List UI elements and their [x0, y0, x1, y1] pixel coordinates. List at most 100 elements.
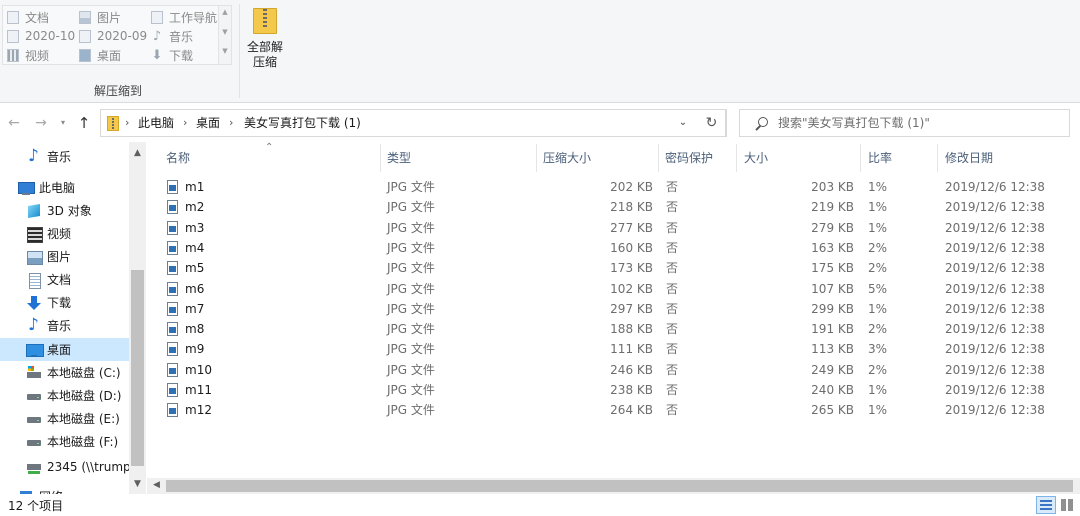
gallery-scroll-up-icon[interactable]: ▲ [219, 8, 231, 16]
gallery-item-documents[interactable]: 文档 [7, 8, 49, 26]
nav-item-label: 本地磁盘 (C:) [47, 366, 121, 380]
nav-item-desktop[interactable]: 桌面 [0, 338, 130, 361]
cell-type: JPG 文件 [387, 362, 435, 377]
cell-ratio: 1% [868, 301, 888, 316]
table-row[interactable]: m4 JPG 文件 160 KB 否 163 KB 2% 2019/12/6 12:38 [147, 238, 1080, 258]
gallery-item-2020-09[interactable]: 2020-09 [79, 27, 147, 45]
nav-item-3d-objects[interactable]: 3D 对象 [0, 199, 130, 222]
column-header-packed-size[interactable]: 压缩大小 [543, 142, 656, 174]
table-row[interactable]: m11 JPG 文件 238 KB 否 240 KB 1% 2019/12/6 12:38 [147, 380, 1080, 400]
gallery-item-work-nav[interactable]: 工作导航 [151, 8, 217, 26]
table-row[interactable]: m1 JPG 文件 202 KB 否 203 KB 1% 2019/12/6 12:38 [147, 177, 1080, 197]
column-header-modified-date[interactable]: 修改日期 [945, 142, 1075, 174]
extract-all-button[interactable]: 全部解 压缩 [244, 4, 286, 76]
column-divider[interactable] [860, 144, 861, 172]
up-arrow-icon[interactable]: ↑ [75, 114, 93, 132]
column-header-password-protected[interactable]: 密码保护 [665, 142, 735, 174]
cell-password-protected: 否 [666, 342, 679, 357]
address-bar[interactable]: › 此电脑 › 桌面 › 美女写真打包下载 (1) ⌄ [100, 109, 727, 137]
gallery-scrollbar[interactable]: ▲ ▼ ▼ [218, 6, 231, 64]
nav-item-label: 音乐 [47, 319, 72, 333]
nav-item-drive-f[interactable]: 本地磁盘 (F:) [0, 430, 130, 453]
jpg-file-icon [167, 261, 178, 276]
column-divider[interactable] [536, 144, 537, 172]
nav-item-documents[interactable]: 文档 [0, 268, 130, 291]
extract-all-label-line2: 压缩 [252, 55, 277, 69]
table-row[interactable]: m12 JPG 文件 264 KB 否 265 KB 1% 2019/12/6 12:38 [147, 400, 1080, 420]
breadcrumb-current-folder[interactable]: 美女写真打包下载 (1) [244, 110, 361, 136]
table-row[interactable]: m7 JPG 文件 297 KB 否 299 KB 1% 2019/12/6 12:38 [147, 299, 1080, 319]
gallery-item-music[interactable]: ♪ 音乐 [151, 27, 193, 45]
gallery-expand-icon[interactable]: ▼ [219, 47, 231, 55]
table-row[interactable]: m3 JPG 文件 277 KB 否 279 KB 1% 2019/12/6 12:38 [147, 218, 1080, 238]
cell-packed-size: 246 KB [610, 362, 653, 377]
nav-item-drive-d[interactable]: 本地磁盘 (D:) [0, 384, 130, 407]
scroll-down-icon[interactable]: ▼ [129, 476, 146, 493]
gallery-item-label: 2020-09 [97, 29, 148, 43]
cell-packed-size: 277 KB [610, 220, 653, 235]
gallery-item-pictures[interactable]: 图片 [79, 8, 121, 26]
nav-item-music-quick[interactable]: 音乐 [0, 145, 130, 168]
details-view-icon[interactable] [1036, 496, 1056, 514]
nav-item-label: 桌面 [47, 343, 72, 357]
table-row[interactable]: m5 JPG 文件 173 KB 否 175 KB 2% 2019/12/6 12:38 [147, 258, 1080, 278]
breadcrumb-desktop[interactable]: 桌面 [196, 110, 220, 136]
gallery-item-label: 图片 [97, 10, 122, 25]
breadcrumb-this-pc[interactable]: 此电脑 [138, 110, 174, 136]
nav-item-drive-e[interactable]: 本地磁盘 (E:) [0, 407, 130, 430]
scroll-left-icon[interactable]: ◀ [148, 477, 165, 494]
column-header-ratio[interactable]: 比率 [868, 142, 936, 174]
breadcrumb-separator-icon[interactable]: › [183, 110, 187, 136]
cell-ratio: 1% [868, 180, 888, 194]
cell-packed-size: 102 KB [610, 281, 653, 296]
gallery-item-desktop[interactable]: 桌面 [79, 46, 121, 64]
refresh-icon[interactable]: ↻ [698, 109, 726, 137]
breadcrumb-separator-icon[interactable]: › [125, 110, 129, 136]
cell-size: 175 KB [811, 261, 854, 276]
gallery-scroll-down-icon[interactable]: ▼ [219, 28, 231, 36]
column-header-name[interactable]: 名称 [166, 142, 379, 174]
cell-size: 265 KB [811, 403, 854, 418]
column-header-size[interactable]: 大小 [744, 142, 859, 174]
scrollbar-thumb[interactable] [131, 270, 144, 466]
nav-item-drive-c[interactable]: 本地磁盘 (C:) [0, 361, 130, 384]
scroll-up-icon[interactable]: ▲ [129, 145, 146, 162]
column-divider[interactable] [937, 144, 938, 172]
nav-item-this-pc[interactable]: 此电脑 [0, 176, 130, 199]
nav-item-downloads[interactable]: 下载 [0, 291, 130, 314]
table-row[interactable]: m6 JPG 文件 102 KB 否 107 KB 5% 2019/12/6 12:38 [147, 279, 1080, 299]
recent-locations-chevron-icon[interactable]: ▾ [54, 114, 72, 132]
breadcrumb-separator-icon[interactable]: › [229, 110, 233, 136]
scrollbar-thumb[interactable] [166, 480, 1073, 492]
nav-item-music[interactable]: 音乐 [0, 314, 130, 337]
file-list-horizontal-scrollbar[interactable]: ◀ [147, 478, 1080, 494]
nav-item-videos[interactable]: 视频 [0, 222, 130, 245]
search-box[interactable] [739, 109, 1070, 137]
back-arrow-icon[interactable]: ← [5, 114, 23, 132]
cell-size: 249 KB [811, 362, 854, 377]
column-divider[interactable] [380, 144, 381, 172]
navigation-pane-scrollbar[interactable]: ▲ ▼ [129, 142, 146, 494]
gallery-item-downloads[interactable]: ⬇ 下载 [151, 46, 193, 64]
address-history-chevron-icon[interactable]: ⌄ [673, 110, 693, 136]
nav-item-network[interactable]: 网络 [0, 485, 130, 494]
gallery-item-2020-10[interactable]: 2020-10 [7, 27, 75, 45]
table-row[interactable]: m10 JPG 文件 246 KB 否 249 KB 2% 2019/12/6 12:38 [147, 360, 1080, 380]
gallery-item-videos[interactable]: 视频 [7, 46, 49, 64]
table-row[interactable]: m8 JPG 文件 188 KB 否 191 KB 2% 2019/12/6 12:38 [147, 319, 1080, 339]
cell-password-protected: 否 [666, 383, 679, 397]
column-divider[interactable] [736, 144, 737, 172]
cell-password-protected: 否 [666, 220, 679, 235]
search-input[interactable] [778, 110, 1064, 136]
nav-item-pictures[interactable]: 图片 [0, 245, 130, 268]
column-divider[interactable] [658, 144, 659, 172]
ribbon: 文档 图片 工作导航 2020-10 2020-09 ♪ 音乐 视频 桌面 ⬇ … [0, 0, 1080, 103]
table-row[interactable]: m9 JPG 文件 111 KB 否 113 KB 3% 2019/12/6 12:38 [147, 339, 1080, 359]
large-icons-view-icon[interactable] [1059, 497, 1075, 513]
forward-arrow-icon[interactable]: → [32, 114, 50, 132]
nav-item-network-drive[interactable]: 2345 (\\trump.l [0, 455, 130, 478]
column-header-type[interactable]: 类型 [387, 142, 535, 174]
cell-size: 240 KB [811, 383, 854, 397]
cell-name: m7 [185, 301, 205, 316]
table-row[interactable]: m2 JPG 文件 218 KB 否 219 KB 1% 2019/12/6 12:38 [147, 197, 1080, 217]
